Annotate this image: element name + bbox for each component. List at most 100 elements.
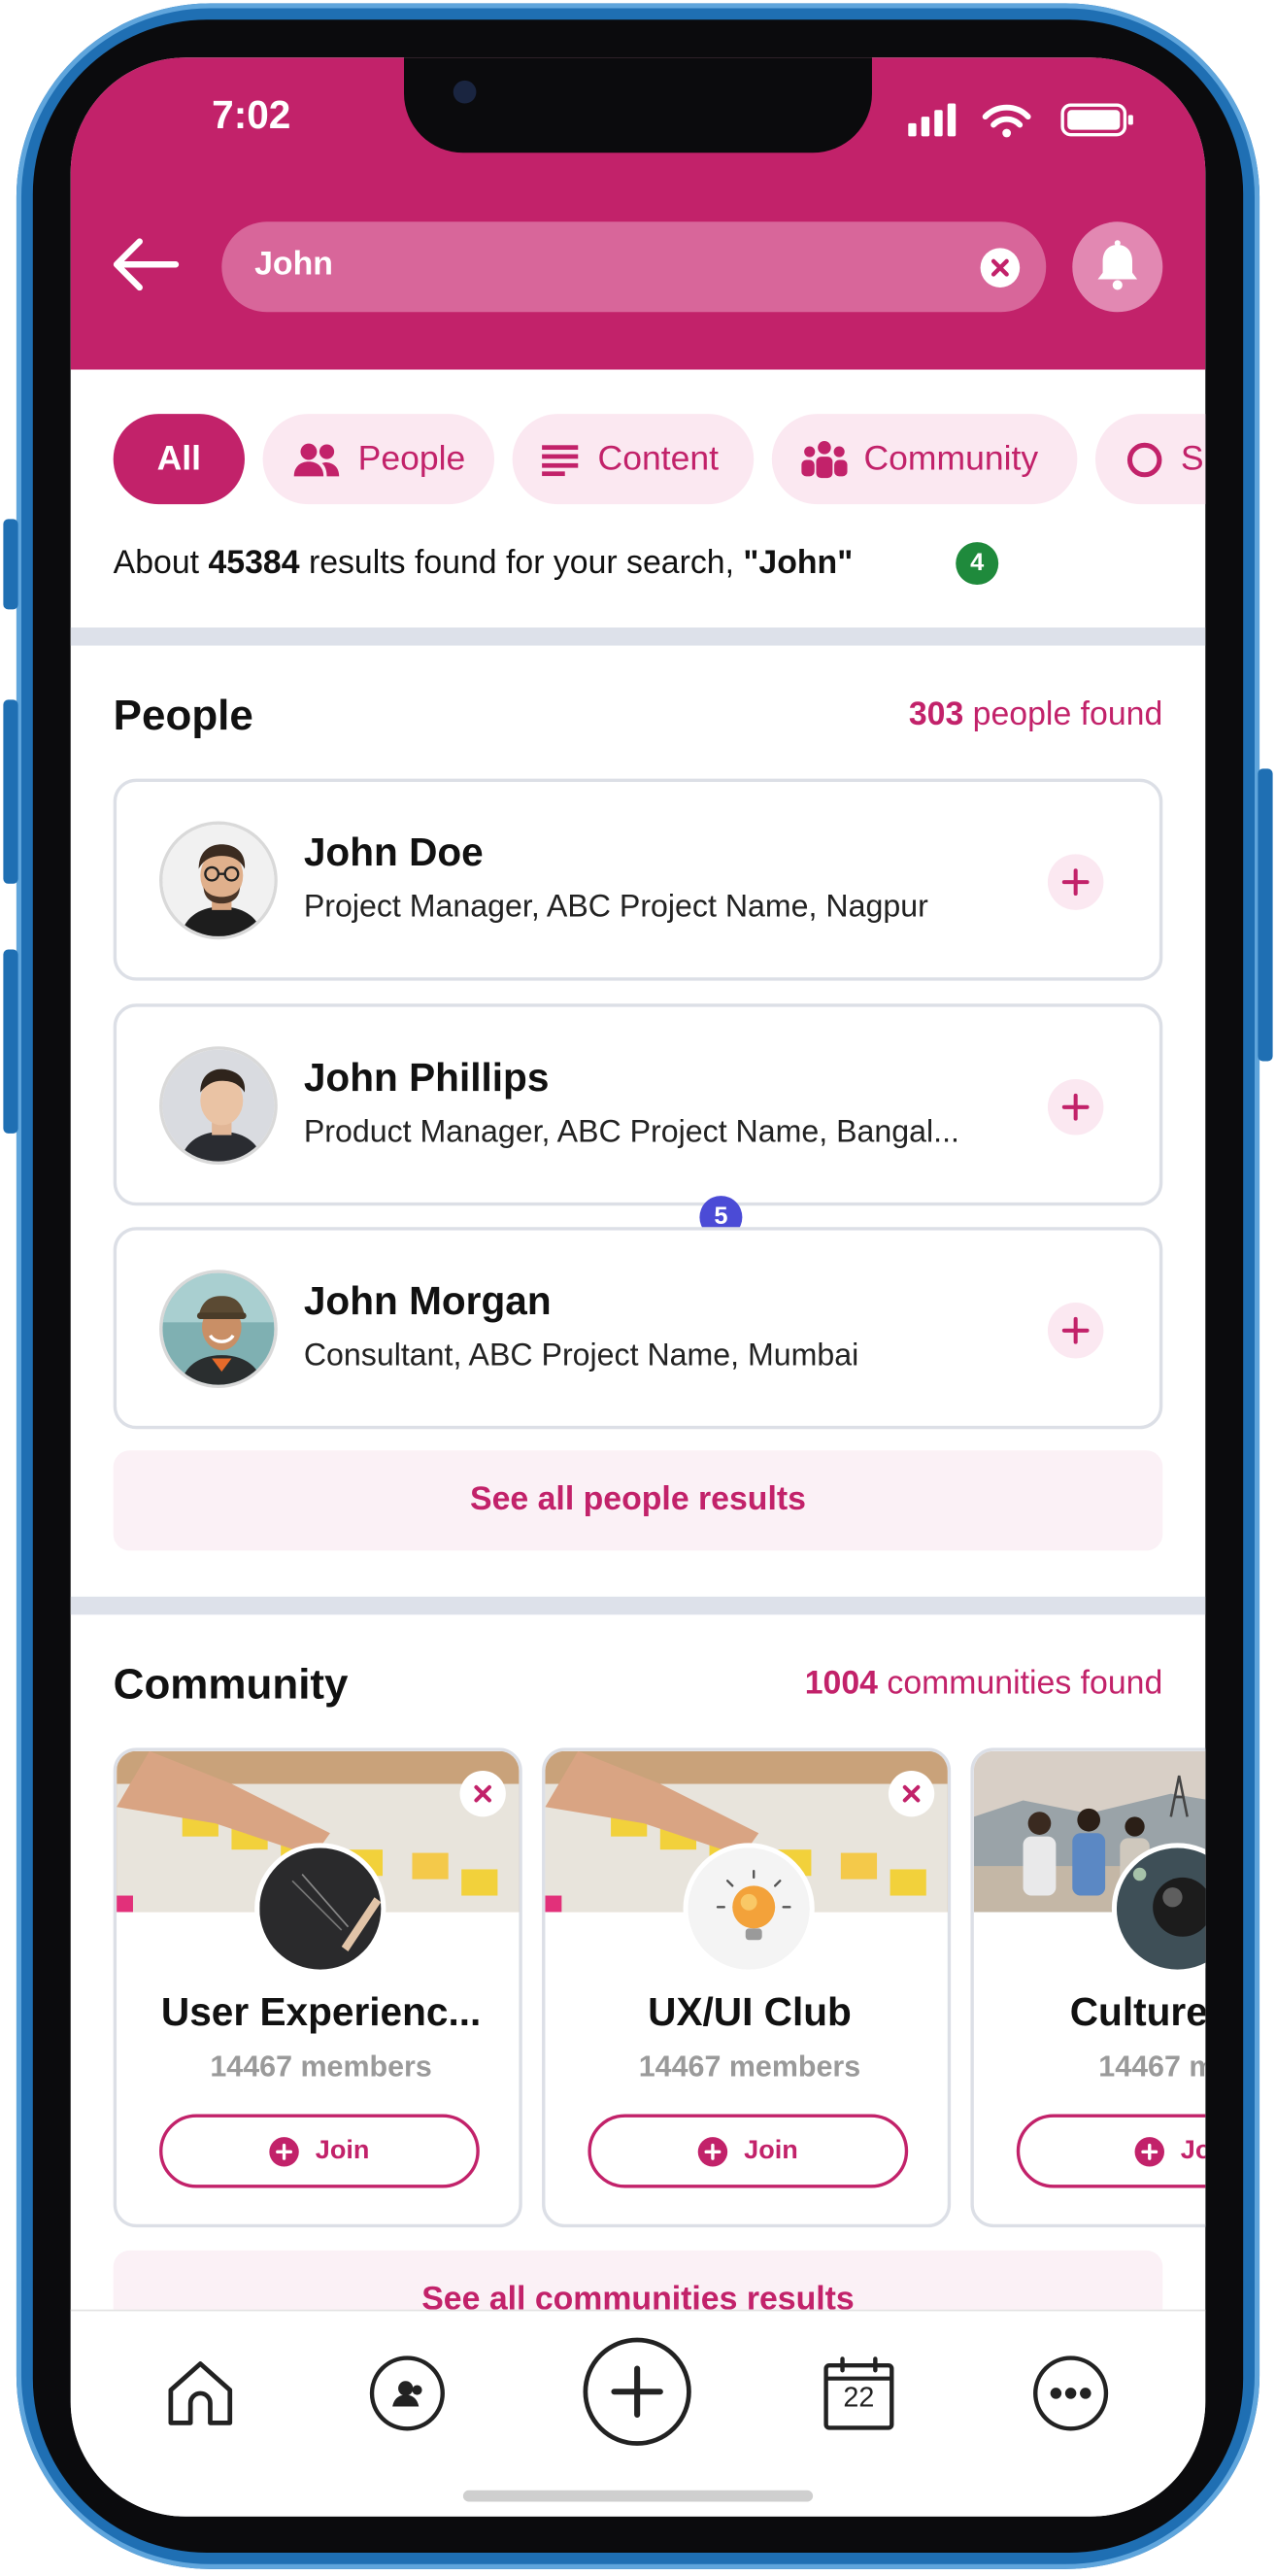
phone-side-button [3, 519, 18, 610]
home-indicator [462, 2490, 814, 2502]
community-card[interactable]: Culture & D 14467 mem Joi [970, 1747, 1206, 2228]
person-role: Consultant, ABC Project Name, Mumbai [303, 1339, 859, 1373]
people-count-number: 303 [908, 696, 964, 733]
results-middle: results found for your search, [308, 545, 734, 582]
community-members: 14467 members [638, 2050, 861, 2084]
community-icon [801, 440, 848, 478]
filter-chip-people[interactable]: People [262, 414, 495, 505]
notifications-button[interactable] [1072, 221, 1163, 313]
filter-chip-label: All [156, 439, 202, 478]
see-all-people-button[interactable]: See all people results [113, 1450, 1163, 1551]
plus-circle-icon [269, 2136, 299, 2166]
person-photo [162, 1272, 275, 1385]
filter-chip-community[interactable]: Community [771, 414, 1078, 505]
bottom-nav: 22 [70, 2309, 1206, 2517]
drawing-hand-image [259, 1847, 382, 1970]
person-role: Product Manager, ABC Project Name, Banga… [303, 1115, 959, 1150]
community-section-title: Community [113, 1659, 349, 1709]
filter-chip-label: Content [597, 439, 719, 478]
phone-side-button [3, 949, 18, 1134]
status-icons [908, 100, 1155, 138]
nav-home[interactable] [164, 2357, 236, 2438]
people-icon [293, 442, 340, 476]
community-count-suffix: communities found [887, 1665, 1163, 1702]
person-role: Project Manager, ABC Project Name, Nagpu… [303, 890, 928, 926]
connect-button[interactable] [1047, 1079, 1104, 1135]
signal-wifi-battery-icon [908, 103, 1133, 138]
connect-button[interactable] [1047, 1303, 1104, 1359]
nav-profile[interactable] [368, 2354, 447, 2441]
dismiss-community-button[interactable] [459, 1771, 506, 1817]
dismiss-community-button[interactable] [888, 1771, 935, 1817]
join-button[interactable]: Joi [1016, 2114, 1206, 2188]
community-card[interactable]: User Experienc... 14467 members Join [113, 1747, 522, 2228]
filter-chip-label: Community [863, 439, 1039, 478]
results-prefix: About [113, 545, 200, 582]
person-photo [162, 1049, 275, 1162]
community-count-number: 1004 [804, 1665, 878, 1702]
lightbulb-icon [688, 1847, 810, 1970]
search-input[interactable]: John [221, 221, 1047, 313]
filter-chip-spaces[interactable]: Sp [1094, 414, 1206, 505]
people-count: 303 people found [909, 696, 1162, 734]
join-button[interactable]: Join [588, 2114, 909, 2188]
calendar-day: 22 [843, 2382, 875, 2414]
filter-chip-label: People [357, 439, 466, 478]
plus-icon [1061, 1316, 1090, 1344]
close-icon [474, 1784, 491, 1803]
connect-button[interactable] [1047, 854, 1104, 910]
home-icon [168, 2361, 233, 2425]
status-time: 7:02 [212, 93, 291, 139]
avatar [159, 821, 278, 940]
front-camera-icon [453, 80, 477, 104]
clear-search-button[interactable] [980, 248, 1021, 288]
person-card[interactable]: John Phillips Product Manager, ABC Proje… [113, 1003, 1163, 1206]
content-lines-icon [542, 444, 579, 476]
community-logo [254, 1843, 386, 1975]
people-section-title: People [113, 690, 253, 739]
arrow-left-icon [113, 238, 180, 291]
search-header: 7:02 John [70, 57, 1206, 370]
person-card[interactable]: John Morgan Consultant, ABC Project Name… [113, 1227, 1163, 1430]
back-button[interactable] [104, 231, 192, 297]
community-members: 14467 mem [1098, 2050, 1205, 2084]
avatar [159, 1270, 278, 1388]
person-name: John Doe [303, 830, 484, 876]
join-label: Join [744, 2136, 798, 2165]
person-name: John Morgan [303, 1279, 552, 1325]
community-name: UX/UI Club [648, 1990, 852, 2036]
more-dots-icon [1033, 2356, 1109, 2431]
community-card[interactable]: UX/UI Club 14467 members Join [542, 1747, 952, 2228]
camera-notch [404, 57, 872, 153]
phone-side-button [1258, 768, 1273, 1062]
phone-side-button [3, 699, 18, 884]
community-logo [683, 1843, 815, 1975]
microphone-image [1116, 1847, 1206, 1970]
community-members: 14467 members [210, 2050, 432, 2084]
step-badge: 4 [956, 542, 999, 586]
community-name: User Experienc... [160, 1990, 482, 2036]
plus-circle-icon [697, 2136, 728, 2166]
community-count: 1004 communities found [805, 1666, 1163, 1704]
filter-chip-content[interactable]: Content [512, 414, 755, 505]
circle-icon [1126, 441, 1162, 477]
create-post-button[interactable] [582, 2336, 693, 2456]
user-circle-icon [369, 2356, 445, 2431]
nav-calendar[interactable]: 22 [822, 2354, 897, 2441]
section-divider [70, 627, 1206, 646]
search-value: John [254, 246, 333, 283]
avatar [159, 1046, 278, 1165]
join-label: Join [315, 2136, 370, 2165]
filter-chip-all[interactable]: All [113, 414, 245, 505]
plus-circle-icon [1134, 2136, 1164, 2166]
app-screen: 7:02 John All People Content Community S… [70, 57, 1206, 2517]
section-divider [70, 1596, 1206, 1615]
plus-icon [1061, 868, 1090, 896]
close-icon [991, 258, 1009, 277]
results-count: 45384 [208, 545, 300, 582]
plus-icon [1061, 1093, 1090, 1121]
people-count-suffix: people found [972, 696, 1163, 733]
nav-more[interactable] [1031, 2354, 1110, 2441]
person-card[interactable]: John Doe Project Manager, ABC Project Na… [113, 778, 1163, 981]
join-button[interactable]: Join [159, 2114, 480, 2188]
